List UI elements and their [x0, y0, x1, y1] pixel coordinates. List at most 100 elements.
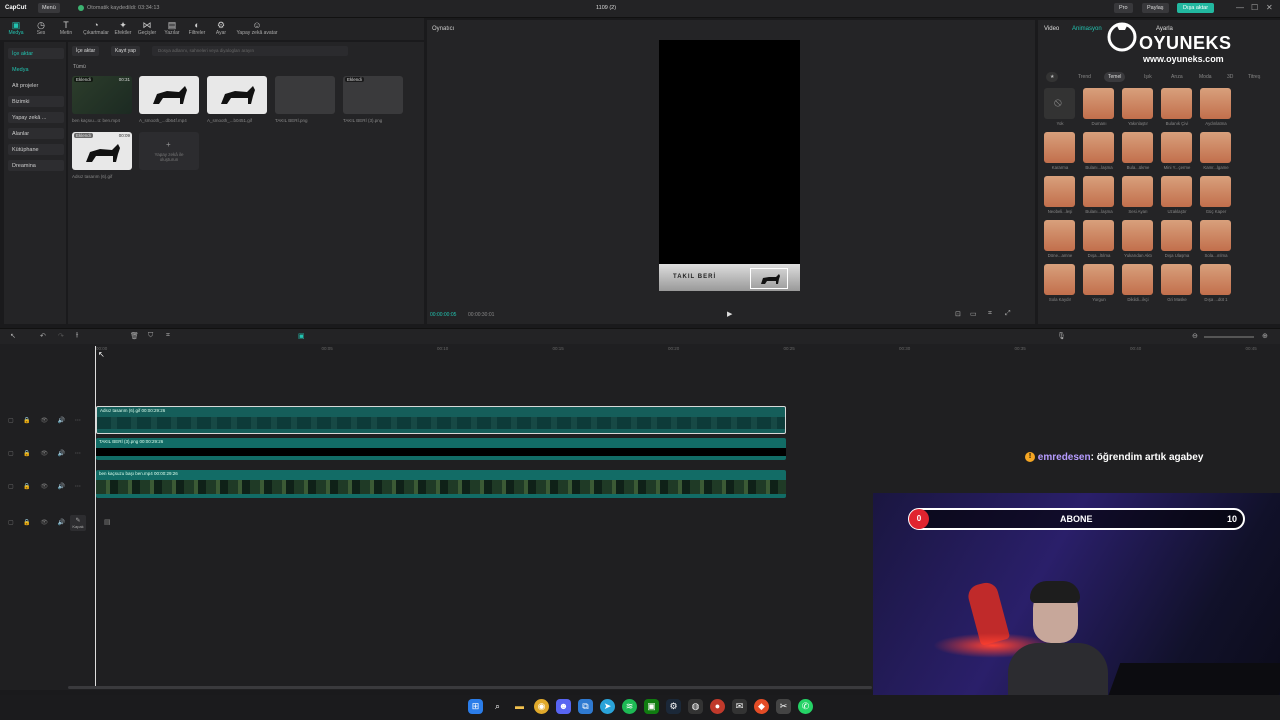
effect-tile[interactable]: [1122, 132, 1153, 163]
nav-spaces[interactable]: Alanlar: [8, 128, 64, 139]
nav-ai[interactable]: Yapay zekâ ...: [8, 112, 64, 123]
tool-stickers[interactable]: ◔ Çıkartmalar: [83, 20, 109, 36]
discord-icon[interactable]: ☻: [556, 699, 571, 714]
tab-animation[interactable]: Animasyon: [1072, 26, 1102, 32]
effect-tile[interactable]: [1200, 264, 1231, 295]
zoom-in-icon[interactable]: ⊕: [1262, 332, 1268, 340]
mic-icon[interactable]: 🎙: [1057, 332, 1066, 340]
tool-adjust[interactable]: ⚙ Ayar: [210, 20, 232, 36]
track-controls[interactable]: ▢ 🔒 👁 🔊 ⋯: [8, 450, 85, 457]
effect-tile[interactable]: [1044, 220, 1075, 251]
export-button[interactable]: Dışa aktar: [1177, 3, 1215, 13]
tool-media[interactable]: ▣ Medya: [5, 20, 27, 36]
play-icon[interactable]: ▶: [727, 310, 732, 318]
obs-icon[interactable]: ◍: [688, 699, 703, 714]
cover-button[interactable]: ✎ Kapak: [70, 515, 86, 531]
tool-ai-avatar[interactable]: ☺ Yapay zekâ avatar: [236, 20, 278, 36]
search-input[interactable]: Dosya adlarını, sahneleri veya diyalogla…: [152, 46, 348, 56]
nav-media[interactable]: Medya: [8, 64, 64, 75]
effect-tile[interactable]: [1122, 220, 1153, 251]
ai-create-tile[interactable]: + Yapay zekâ ile oluşturun: [139, 132, 199, 170]
tab-video[interactable]: Video: [1044, 26, 1059, 32]
effect-tile[interactable]: [1200, 88, 1231, 119]
tool-audio[interactable]: ◷ Ses: [30, 20, 52, 36]
tool-filters[interactable]: ◐ Filtreler: [186, 20, 208, 36]
spotify-icon[interactable]: ≋: [622, 699, 637, 714]
maximize-icon[interactable]: ☐: [1251, 3, 1258, 12]
telegram-icon[interactable]: ➤: [600, 699, 615, 714]
vscode-icon[interactable]: ⧉: [578, 699, 593, 714]
close-icon[interactable]: ✕: [1266, 3, 1273, 12]
effect-tile[interactable]: [1044, 176, 1075, 207]
search-icon[interactable]: ⌕: [490, 699, 505, 714]
effect-tile[interactable]: [1122, 264, 1153, 295]
undo-icon[interactable]: ↶: [40, 332, 46, 340]
track-controls[interactable]: ▢ 🔒 👁 🔊 ⋯: [8, 483, 85, 490]
effect-tile[interactable]: [1161, 220, 1192, 251]
steam-icon[interactable]: ⚙: [666, 699, 681, 714]
media-item-video1[interactable]: Eklendi 00:31: [72, 76, 132, 114]
effect-none[interactable]: ⦸: [1044, 88, 1075, 119]
timeline-scrollbar[interactable]: [68, 686, 872, 689]
app2-icon[interactable]: ✉: [732, 699, 747, 714]
clip-png[interactable]: TAKIL BERİ (3).png 00:00:29:26: [96, 438, 786, 460]
tool-captions[interactable]: ▤ Yazılar: [161, 20, 183, 36]
media-item-gif2[interactable]: Eklendi 00:09: [72, 132, 132, 170]
folder-icon[interactable]: ▬: [512, 699, 527, 714]
split-icon[interactable]: ⫲: [76, 332, 78, 340]
redo-icon[interactable]: ↷: [58, 332, 64, 340]
record-button[interactable]: Kayıt yap: [111, 46, 140, 56]
tool-text[interactable]: T Metin: [55, 20, 77, 36]
effect-tile[interactable]: [1200, 220, 1231, 251]
minimize-icon[interactable]: —: [1236, 3, 1244, 12]
crop-icon[interactable]: ⌗: [166, 332, 170, 340]
whatsapp-icon[interactable]: ✆: [798, 699, 813, 714]
fit-icon[interactable]: ⊡: [955, 310, 961, 318]
effect-tile[interactable]: [1083, 264, 1114, 295]
playhead[interactable]: [95, 346, 96, 688]
effect-tile[interactable]: [1122, 88, 1153, 119]
brave-icon[interactable]: ◆: [754, 699, 769, 714]
effect-tile[interactable]: [1083, 220, 1114, 251]
filter-all[interactable]: Tümü: [73, 64, 86, 70]
app-icon[interactable]: ●: [710, 699, 725, 714]
tool-transitions[interactable]: ⋈ Geçişler: [136, 20, 158, 36]
selection-box[interactable]: [750, 268, 788, 289]
xbox-icon[interactable]: ▣: [644, 699, 659, 714]
effect-tile[interactable]: [1083, 88, 1114, 119]
ai-tool-icon[interactable]: ▣: [298, 332, 305, 340]
effect-tile[interactable]: [1083, 176, 1114, 207]
nav-library[interactable]: Kütüphane: [8, 144, 64, 155]
effect-tile[interactable]: [1044, 264, 1075, 295]
track-controls[interactable]: ▢ 🔒 👁 🔊 ⋯: [8, 417, 85, 424]
video-preview[interactable]: TAKIL BERİ: [659, 40, 800, 291]
effect-tile[interactable]: [1161, 132, 1192, 163]
delete-icon[interactable]: 🗑: [130, 332, 139, 340]
mark-icon[interactable]: ⛉: [148, 332, 153, 340]
nav-bizimki[interactable]: Bizimki: [8, 96, 64, 107]
media-item-video2[interactable]: [139, 76, 199, 114]
crop-icon[interactable]: ⌗: [988, 310, 992, 318]
nav-dreamina[interactable]: Dreamina: [8, 160, 64, 171]
select-icon[interactable]: ↖: [10, 332, 16, 340]
effect-tile[interactable]: [1044, 132, 1075, 163]
effect-tile[interactable]: [1161, 88, 1192, 119]
effect-tile[interactable]: [1200, 132, 1231, 163]
clip-gif[interactable]: Adsız tasarım (6).gif 00:00:29:26: [96, 406, 786, 434]
fullscreen-icon[interactable]: ⤢: [1005, 310, 1011, 318]
zoom-out-icon[interactable]: ⊖: [1192, 332, 1198, 340]
share-button[interactable]: Paylaş: [1142, 3, 1169, 13]
project-title[interactable]: 1109 (2): [596, 5, 616, 11]
nav-import[interactable]: İçe aktar: [8, 48, 64, 59]
zoom-slider[interactable]: [1204, 336, 1254, 338]
import-button[interactable]: İçe aktar: [72, 46, 100, 56]
windows-icon[interactable]: ⊞: [468, 699, 483, 714]
effect-tile[interactable]: [1122, 176, 1153, 207]
media-item-png2[interactable]: Eklendi: [343, 76, 403, 114]
pro-button[interactable]: Pro: [1114, 3, 1133, 13]
capcut-icon[interactable]: ✂: [776, 699, 791, 714]
effect-tile[interactable]: [1200, 176, 1231, 207]
media-item-png1[interactable]: [275, 76, 335, 114]
chrome-icon[interactable]: ◉: [534, 699, 549, 714]
effect-tile[interactable]: [1161, 264, 1192, 295]
